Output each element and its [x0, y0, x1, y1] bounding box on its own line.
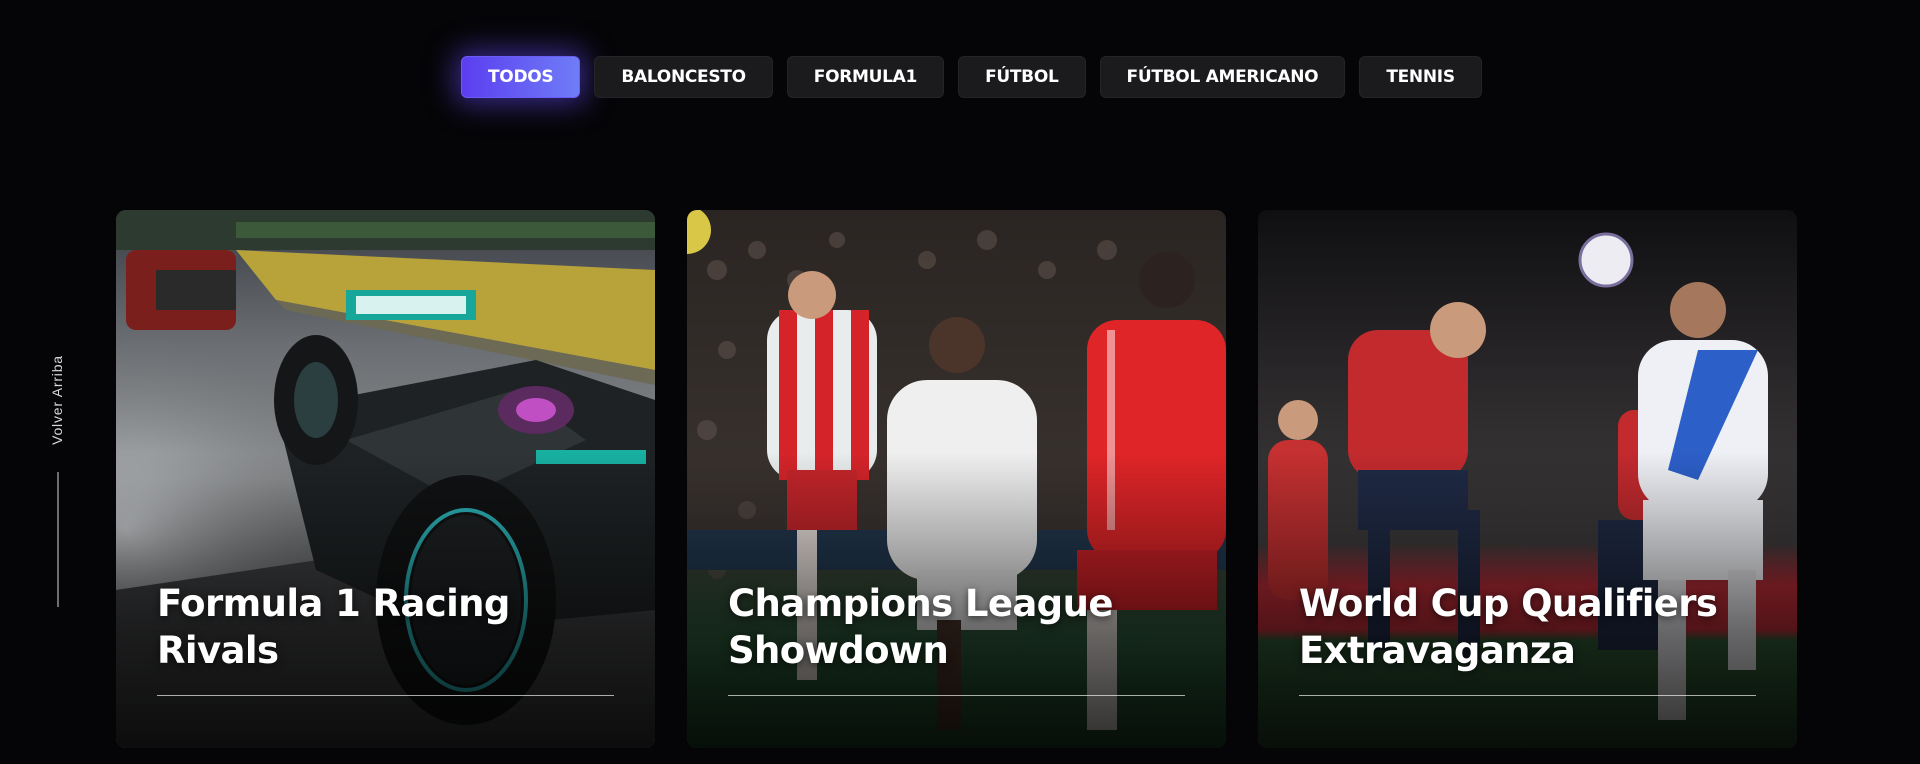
back-to-top-label-wrap: Volver Arriba: [40, 340, 74, 460]
card-divider: [157, 695, 614, 696]
category-filter-bar: TODOS BALONCESTO FORMULA1 FÚTBOL FÚTBOL …: [461, 56, 1482, 98]
filter-futbol-button[interactable]: FÚTBOL: [958, 56, 1086, 98]
card-title: Formula 1 Racing Rivals: [157, 582, 510, 672]
back-to-top-line: [57, 472, 59, 607]
news-card-world-cup-qualifiers[interactable]: World Cup Qualifiers Extravaganza: [1258, 210, 1797, 748]
filter-baloncesto-button[interactable]: BALONCESTO: [594, 56, 773, 98]
card-divider: [1299, 695, 1756, 696]
back-to-top-label: Volver Arriba: [49, 355, 65, 445]
news-card-formula1[interactable]: Formula 1 Racing Rivals: [116, 210, 655, 748]
card-title: Champions League Showdown: [728, 582, 1113, 672]
filter-todos-button[interactable]: TODOS: [461, 56, 581, 98]
filter-formula1-button[interactable]: FORMULA1: [786, 56, 945, 98]
news-card-champions-league[interactable]: Champions League Showdown: [687, 210, 1226, 748]
page: TODOS BALONCESTO FORMULA1 FÚTBOL FÚTBOL …: [0, 0, 1920, 764]
card-divider: [728, 695, 1185, 696]
news-card-grid: Formula 1 Racing Rivals Champions League…: [116, 210, 1797, 748]
card-title: World Cup Qualifiers Extravaganza: [1299, 582, 1718, 672]
filter-futbol-americano-button[interactable]: FÚTBOL AMERICANO: [1099, 56, 1346, 98]
back-to-top-link[interactable]: Volver Arriba: [40, 340, 74, 620]
filter-tennis-button[interactable]: TENNIS: [1359, 56, 1482, 98]
